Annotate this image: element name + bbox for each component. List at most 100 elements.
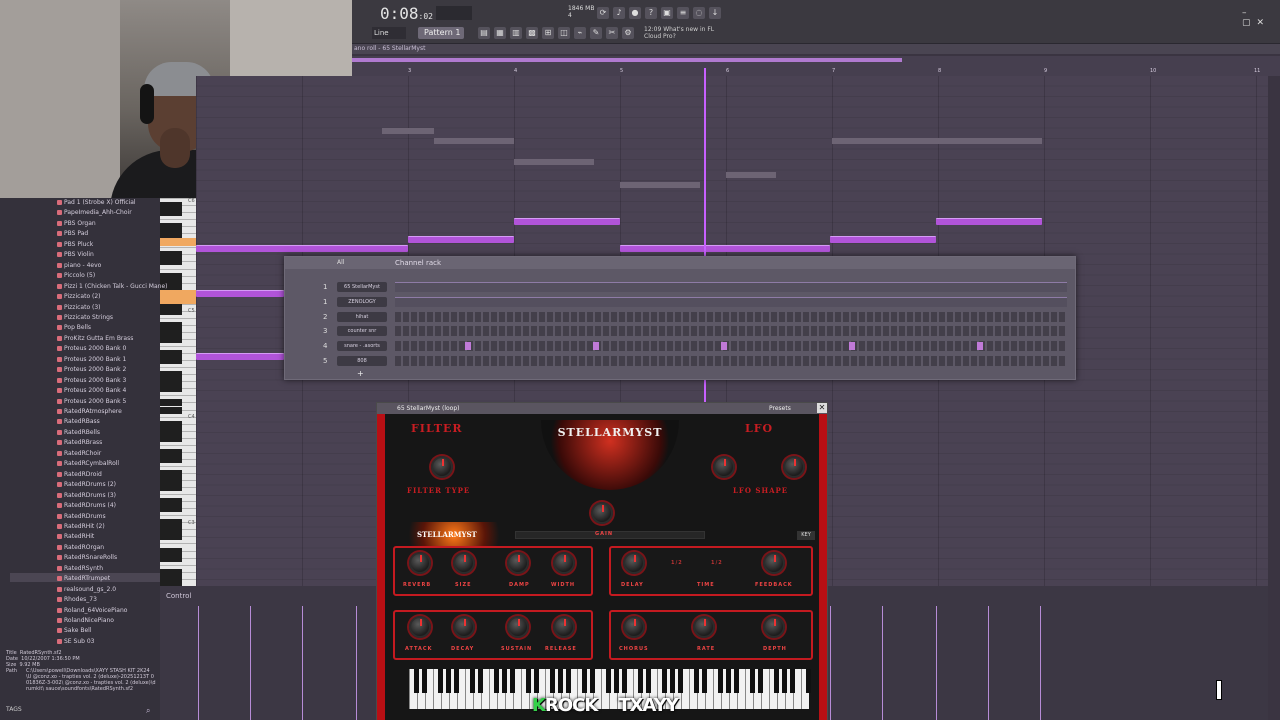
black-key[interactable]	[590, 669, 595, 693]
filter-type-select[interactable]: FILTER TYPE	[407, 486, 470, 495]
black-key[interactable]	[502, 669, 507, 693]
black-key[interactable]	[558, 669, 563, 693]
width-knob[interactable]	[553, 552, 575, 574]
black-key[interactable]	[160, 498, 182, 506]
black-key[interactable]	[734, 669, 739, 693]
black-key[interactable]	[534, 669, 539, 693]
browser-item[interactable]: PBS Violin	[64, 251, 94, 258]
channel-rack-window[interactable]: All Channel rack 1 65 StellarMyst 1 ZENOLOG…	[284, 256, 1076, 380]
lfo-depth-knob[interactable]	[783, 456, 805, 478]
note[interactable]	[196, 290, 284, 297]
black-key[interactable]	[446, 669, 451, 693]
black-key[interactable]	[160, 526, 182, 534]
song-time-display[interactable]: 0:08:02	[380, 4, 433, 23]
note[interactable]	[196, 353, 284, 360]
channel-name-button[interactable]: hihat	[337, 311, 387, 322]
browser-item[interactable]: RatedRSnareRolls	[64, 554, 117, 561]
note[interactable]	[936, 218, 1042, 225]
black-key[interactable]	[160, 230, 182, 238]
pattern-selector[interactable]: Pattern 1	[418, 27, 464, 39]
damp-knob[interactable]	[507, 552, 529, 574]
black-key[interactable]	[160, 547, 182, 555]
black-key[interactable]	[160, 223, 182, 231]
black-key[interactable]	[566, 669, 571, 693]
browser-item[interactable]: Pad 1 (Strobe X) Official	[64, 199, 136, 206]
save-icon[interactable]: ▣	[661, 7, 673, 19]
black-key[interactable]	[750, 669, 755, 693]
black-key[interactable]	[160, 554, 182, 562]
black-key[interactable]	[160, 469, 182, 477]
black-key[interactable]	[160, 448, 182, 456]
plugin-icon[interactable]: ◫	[558, 27, 570, 39]
black-key[interactable]	[160, 336, 182, 343]
browser-item[interactable]: RatedRBass	[64, 418, 100, 425]
close-icon[interactable]: ✕	[817, 403, 827, 413]
black-key[interactable]	[160, 258, 182, 266]
active-step[interactable]	[977, 342, 983, 351]
black-key[interactable]	[646, 669, 651, 693]
channel-row[interactable]: 2 hihat	[291, 311, 1071, 324]
black-key[interactable]	[160, 272, 182, 280]
black-key[interactable]	[606, 669, 611, 693]
browser-item[interactable]: PBS Pad	[64, 230, 88, 237]
black-key[interactable]	[678, 669, 683, 693]
settings-icon[interactable]: ⚙	[622, 27, 634, 39]
release-knob[interactable]	[553, 616, 575, 638]
black-key[interactable]	[438, 669, 443, 693]
browser-item[interactable]: Pizzi 1 (Chicken Talk - Gucci Mane)	[64, 283, 168, 290]
stellarmyst-plugin-window[interactable]: 65 StellarMyst (loop) Presets ✕ STELLARM…	[376, 402, 828, 720]
black-key[interactable]	[510, 669, 515, 693]
note[interactable]	[620, 245, 830, 252]
note[interactable]	[830, 236, 936, 243]
browser-item[interactable]: RatedRDrums	[64, 513, 106, 520]
browser-item[interactable]: ProKitz Gutta Em Brass	[64, 335, 133, 342]
step-sequencer[interactable]	[395, 356, 1067, 366]
cut-icon[interactable]: ✂	[606, 27, 618, 39]
step-sequencer[interactable]	[395, 326, 1067, 337]
browser-item[interactable]: RatedRAtmosphere	[64, 408, 122, 415]
black-key[interactable]	[160, 251, 182, 259]
channel-name-button[interactable]: 65 StellarMyst	[337, 282, 387, 292]
piano-roll-timeline[interactable]: 3 4 5 6 7 8 9 10 11	[352, 56, 1280, 76]
black-key[interactable]	[160, 350, 182, 358]
channel-name-button[interactable]: 808	[337, 356, 387, 366]
mixer-window-icon[interactable]: ⊞	[542, 27, 554, 39]
lfo-rate-knob[interactable]	[713, 456, 735, 478]
note[interactable]	[514, 218, 620, 225]
help-icon[interactable]: ?	[645, 7, 657, 19]
browser-item[interactable]: PBS Pluck	[64, 241, 93, 248]
channel-name-button[interactable]: counter snr	[337, 326, 387, 337]
browser-item[interactable]: Pizzicato (3)	[64, 304, 101, 311]
browser-item[interactable]: RatedRDrums (3)	[64, 492, 116, 499]
browser-item[interactable]: Proteus 2000 Bank 3	[64, 377, 126, 384]
black-key[interactable]	[790, 669, 795, 693]
black-key[interactable]	[582, 669, 587, 693]
add-channel-icon[interactable]: +	[357, 369, 364, 378]
active-step[interactable]	[465, 342, 471, 351]
presets-button[interactable]: Presets	[769, 405, 791, 412]
mixer-icon[interactable]: ≡	[677, 7, 689, 19]
download-icon[interactable]: ↓	[709, 7, 721, 19]
browser-item[interactable]: Pizzicato Strings	[64, 314, 113, 321]
black-key[interactable]	[662, 669, 667, 693]
pianoroll-icon[interactable]: ▦	[494, 27, 506, 39]
black-key[interactable]	[718, 669, 723, 693]
black-key[interactable]	[494, 669, 499, 693]
highlighted-key[interactable]	[160, 238, 196, 246]
black-key[interactable]	[160, 307, 182, 315]
browser-item[interactable]: RatedRDrums (4)	[64, 502, 116, 509]
black-key[interactable]	[160, 434, 182, 442]
channel-rack-icon[interactable]: ▩	[526, 27, 538, 39]
piano-keys[interactable]: C6 C5 C4 C3	[160, 198, 196, 590]
channel-row[interactable]: 5 808	[291, 355, 1071, 368]
browser-item[interactable]: RatedROrgan	[64, 544, 104, 551]
black-key[interactable]	[614, 669, 619, 693]
black-key[interactable]	[638, 669, 643, 693]
search-icon[interactable]: ⌕	[146, 706, 150, 716]
black-key[interactable]	[726, 669, 731, 693]
black-key[interactable]	[774, 669, 779, 693]
channel-row[interactable]: 1 65 StellarMyst	[291, 281, 1071, 294]
browser-item[interactable]: Proteus 2000 Bank 2	[64, 366, 126, 373]
loop-icon[interactable]: ⟳	[597, 7, 609, 19]
chat-icon[interactable]: ◌	[693, 7, 705, 19]
